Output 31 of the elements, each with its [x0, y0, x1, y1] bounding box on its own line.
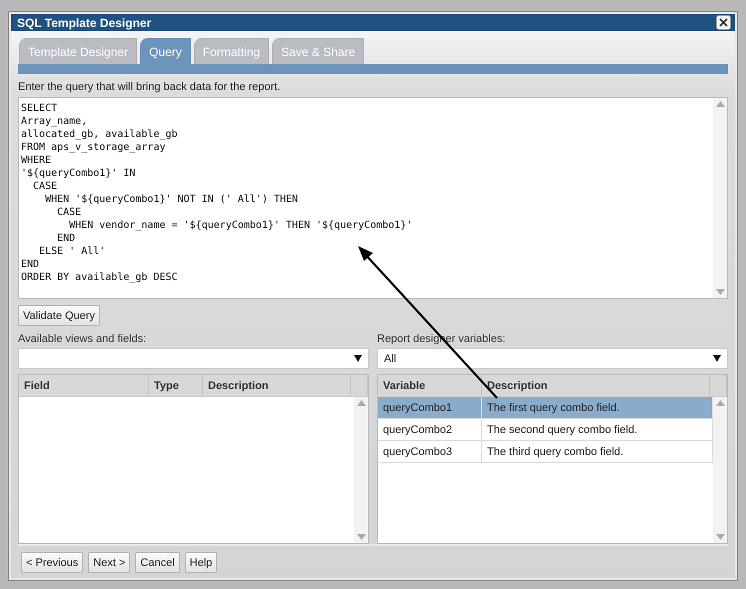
window-title: SQL Template Designer	[17, 16, 152, 30]
table-cell: queryCombo1	[378, 397, 482, 418]
scroll-up-icon[interactable]	[356, 400, 366, 406]
footer-button[interactable]: < Previous	[21, 552, 84, 573]
query-editor[interactable]	[18, 97, 728, 299]
dropdown-caret-icon[interactable]	[354, 355, 362, 362]
variable-row[interactable]: queryCombo1 The first query combo field.	[378, 397, 713, 419]
scroll-down-icon[interactable]	[716, 534, 724, 540]
variable-row[interactable]: queryCombo2 The second query combo field.	[378, 419, 713, 441]
footer-button[interactable]: Help	[184, 552, 218, 573]
variables-select[interactable]: All	[377, 348, 728, 369]
footer-button[interactable]: Cancel	[135, 552, 180, 573]
fields-label: Available views and fields:	[18, 333, 148, 345]
scroll-up-icon[interactable]	[716, 400, 724, 406]
column-header[interactable]: Variable	[378, 375, 482, 396]
scroll-down-icon[interactable]	[716, 289, 724, 295]
column-header[interactable]: Description	[482, 375, 710, 396]
close-button[interactable]	[716, 15, 731, 30]
column-header[interactable]: Type	[149, 375, 203, 396]
footer-button[interactable]: Next >	[88, 552, 130, 573]
table-cell: queryCombo2	[378, 419, 482, 440]
table-cell: queryCombo3	[378, 441, 482, 462]
query-text: SELECT Array_name, allocated_gb, available_gb FROM aps_v_storage_array WHERE '${queryCombo1}' IN CASE WHEN '${queryCombo1}' NOT IN (' All') THEN CASE WHEN vendor_name = '${queryCombo1}' THEN '${queryCombo1}' END ELSE ' All' END ORDER BY available_gb DESC	[20, 102, 414, 285]
scroll-up-icon[interactable]	[716, 101, 724, 107]
validate-query-button[interactable]: Validate Query	[18, 305, 100, 326]
column-header[interactable]: Field	[19, 375, 149, 396]
column-header[interactable]: Description	[203, 375, 351, 396]
instruction-text: Enter the query that will bring back data for the report.	[18, 81, 282, 93]
scroll-down-icon[interactable]	[356, 534, 366, 540]
dropdown-caret-icon[interactable]	[713, 355, 721, 362]
variable-row[interactable]: queryCombo3 The third query combo field.	[378, 441, 713, 463]
